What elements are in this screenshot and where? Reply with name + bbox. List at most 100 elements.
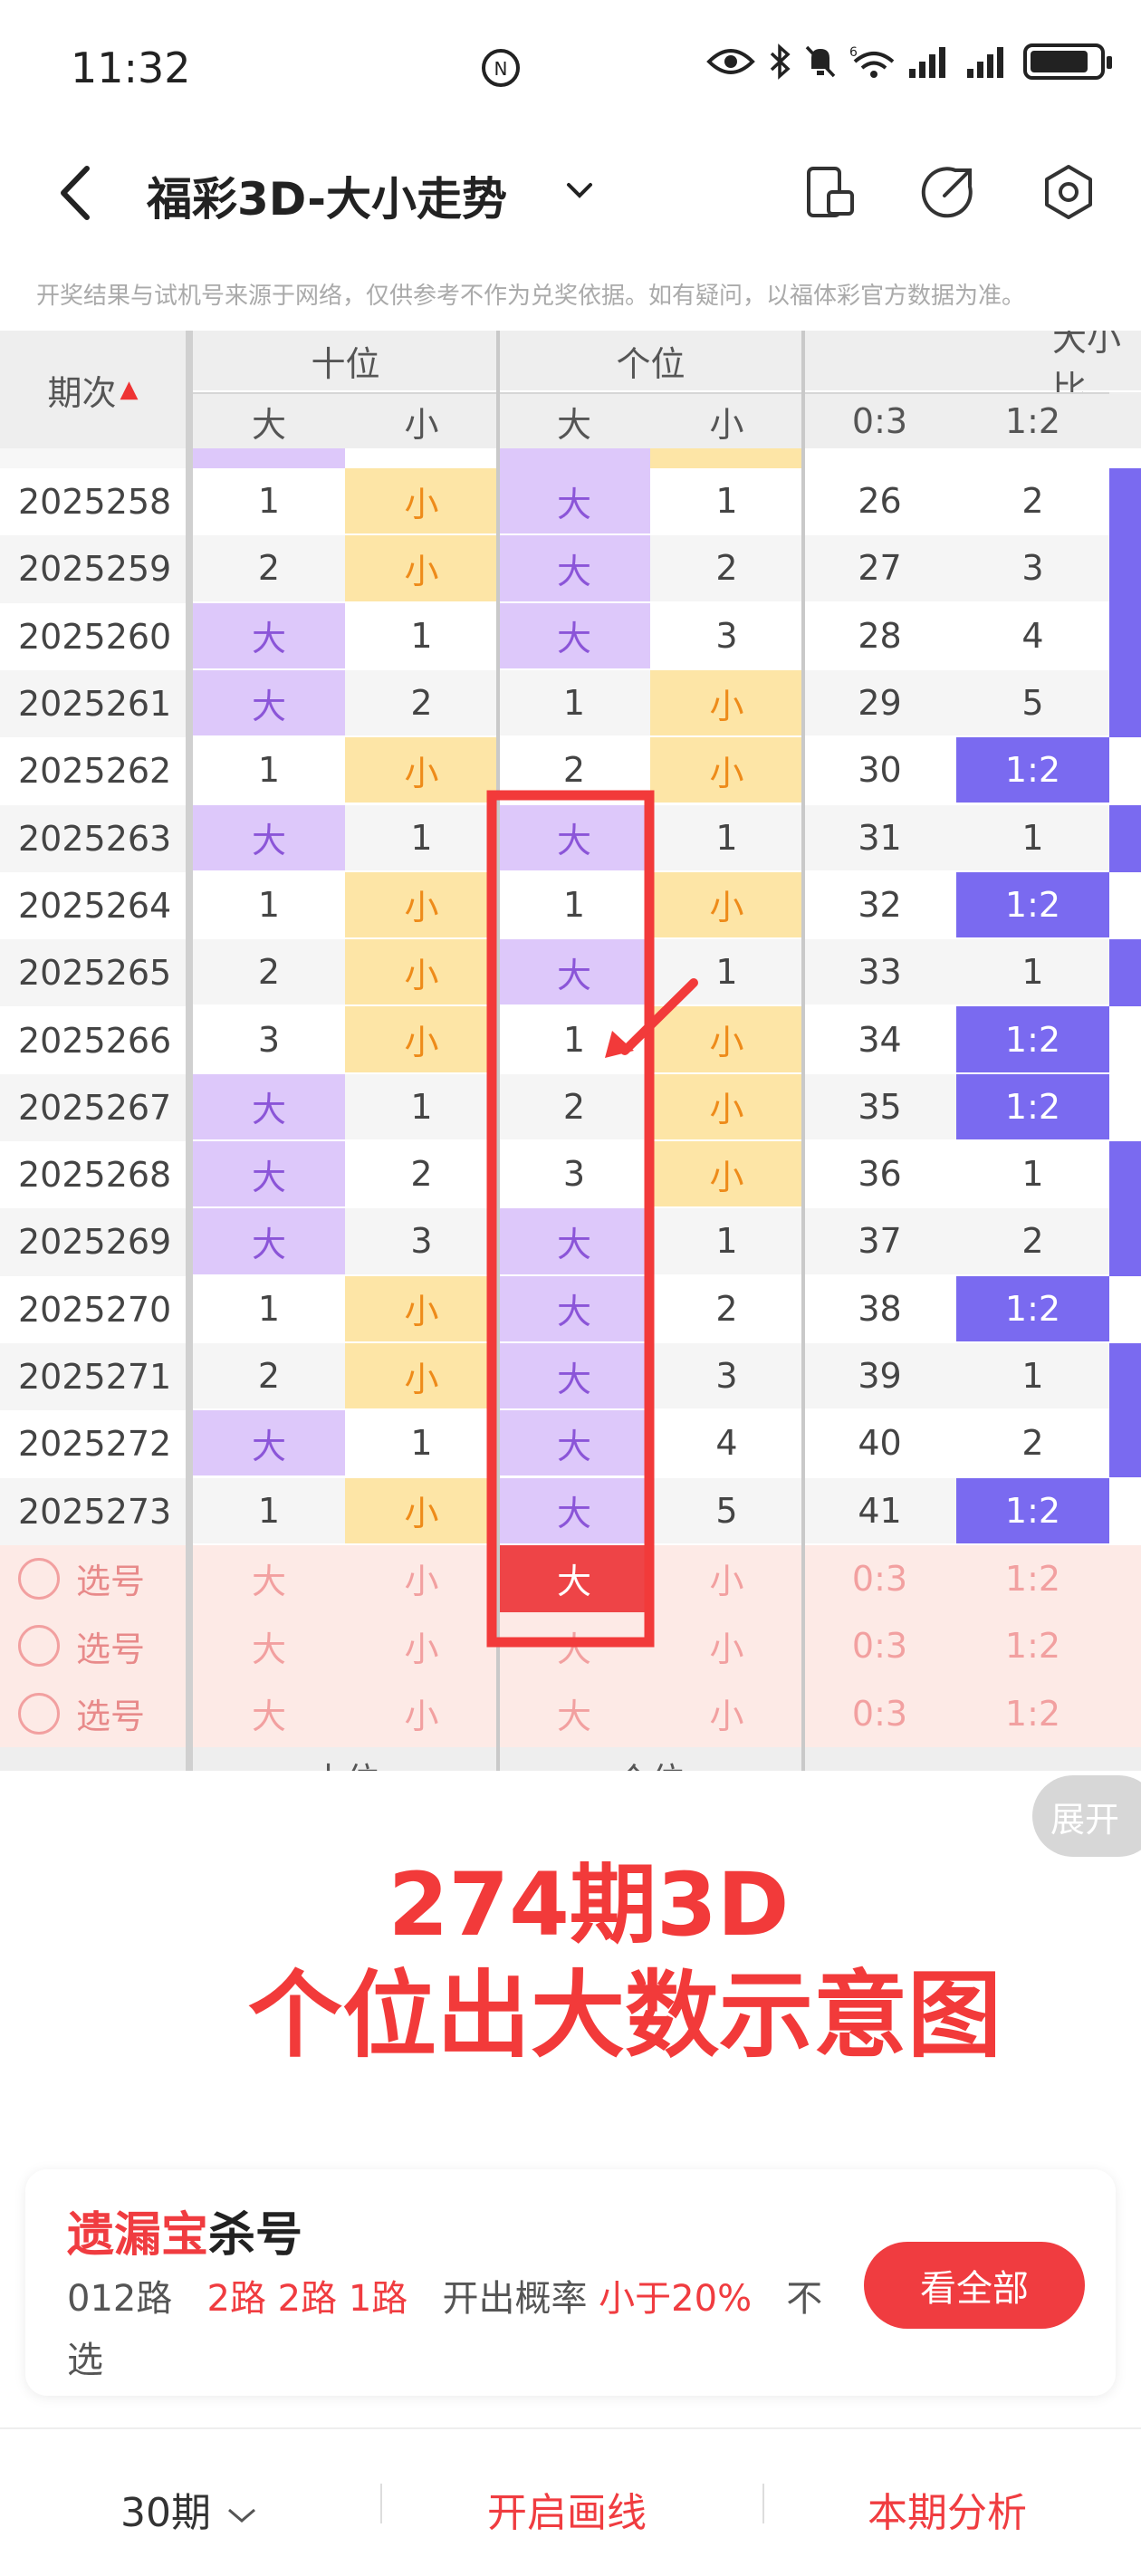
select-cell[interactable]: 0:3 (803, 1679, 956, 1747)
select-cell[interactable]: 1:2 (956, 1679, 1109, 1747)
select-cell[interactable]: 0:3 (803, 1612, 956, 1680)
back-arrow-icon[interactable] (53, 161, 98, 225)
ratio-extra-cell (1109, 1275, 1141, 1343)
share-icon[interactable] (919, 163, 977, 221)
select-cell[interactable]: 大 (498, 1612, 650, 1680)
trend-cell: 1 (498, 669, 650, 738)
trend-cell: 37 (803, 1208, 956, 1276)
subheader-extra (1109, 392, 1141, 448)
trend-cell: 1:2 (956, 1073, 1109, 1141)
bottom-bar: 30期 开启画线 本期分析 (0, 2427, 1141, 2576)
trend-cell: 大 (193, 1208, 345, 1276)
trend-cell: 1 (193, 871, 345, 940)
row-partial (0, 448, 186, 468)
select-row-label[interactable]: 选号 (0, 1544, 186, 1613)
trend-cell: 1 (956, 1342, 1109, 1411)
period-selector[interactable]: 30期 (120, 2480, 260, 2538)
column-divider (186, 331, 193, 1771)
issue-number: 2025263 (0, 804, 186, 872)
group-tens: 十位 (193, 331, 498, 390)
divider (380, 2484, 382, 2523)
chevron-down-icon[interactable] (561, 172, 598, 208)
subheader-0: 大 (193, 392, 345, 448)
subheader-2: 大 (498, 392, 650, 448)
select-cell[interactable]: 1:2 (956, 1544, 1109, 1613)
trend-cell: 40 (803, 1410, 956, 1478)
trend-cell: 大 (193, 669, 345, 738)
trend-cell: 33 (803, 939, 956, 1007)
analysis-button[interactable]: 本期分析 (868, 2480, 1027, 2538)
view-all-button[interactable]: 看全部 (864, 2242, 1085, 2329)
trend-cell: 大 (193, 602, 345, 670)
trend-cell: 1 (956, 1141, 1109, 1209)
trend-cell: 35 (803, 1073, 956, 1141)
subheader-4: 0:3 (803, 392, 956, 448)
issue-number: 2025272 (0, 1410, 186, 1478)
trend-cell: 1:2 (956, 737, 1109, 805)
trend-cell: 小 (650, 1141, 803, 1209)
group-ratio: 大小比 (803, 331, 1141, 409)
expand-button[interactable]: 展开 (1032, 1775, 1141, 1857)
select-cell[interactable]: 小 (345, 1612, 498, 1680)
issue-number: 2025266 (0, 1006, 186, 1074)
issue-header-label: 期次 (47, 372, 117, 413)
radio-icon (18, 1557, 60, 1600)
select-cell[interactable]: 小 (650, 1544, 803, 1613)
app-bar: 福彩3D-大小走势 (0, 136, 1141, 249)
trend-cell: 小 (345, 1275, 498, 1343)
select-cell[interactable]: 大 (193, 1612, 345, 1680)
select-row-label[interactable]: 选号 (0, 1612, 186, 1680)
select-cell[interactable]: 大 (193, 1679, 345, 1747)
trend-cell: 3 (345, 1208, 498, 1276)
footer-group-tens: 十位 (193, 1746, 498, 1771)
trend-cell: 2 (498, 737, 650, 805)
ratio-extra-cell (1109, 1141, 1141, 1209)
trend-cell: 2 (498, 1073, 650, 1141)
eye-icon (706, 49, 755, 74)
ratio-extra-cell (1109, 468, 1141, 536)
trend-cell: 29 (803, 669, 956, 738)
issue-number: 2025265 (0, 939, 186, 1007)
trend-cell: 大 (498, 1342, 650, 1411)
issue-number: 2025271 (0, 1342, 186, 1411)
select-cell[interactable]: 1:2 (956, 1612, 1109, 1680)
select-cell[interactable]: 大 (498, 1544, 650, 1613)
trend-table: 期次 ▲ 十位 个位 大小比大小大小 0:3 1:2 2025258 1 小大 1 26 2 202525… (0, 331, 1141, 1771)
svg-text:N: N (494, 58, 508, 80)
select-cell[interactable]: 小 (345, 1544, 498, 1613)
trend-cell: 5 (650, 1477, 803, 1545)
draw-line-button[interactable]: 开启画线 (487, 2480, 647, 2538)
battery-icon (1023, 43, 1112, 80)
omission-card-suffix: 选 (67, 2340, 103, 2381)
trend-cell: 大 (193, 1141, 345, 1209)
select-cell[interactable]: 大 (193, 1544, 345, 1613)
annotation-line2: 个位出大数示意图 (247, 1960, 1002, 2071)
trend-cell: 大 (498, 602, 650, 670)
radio-icon (18, 1692, 60, 1735)
select-extra (1109, 1679, 1141, 1747)
trend-cell: 1 (650, 1208, 803, 1276)
trend-cell: 1 (193, 737, 345, 805)
trend-cell: 4 (956, 602, 1109, 670)
trend-cell: 1 (345, 1410, 498, 1478)
select-cell[interactable]: 小 (650, 1612, 803, 1680)
trend-cell: 1 (498, 871, 650, 940)
select-cell[interactable]: 小 (345, 1679, 498, 1747)
trend-cell: 小 (650, 1006, 803, 1074)
select-cell[interactable]: 大 (498, 1679, 650, 1747)
select-cell[interactable]: 0:3 (803, 1544, 956, 1613)
trend-cell: 大 (193, 1073, 345, 1141)
trend-cell: 26 (803, 468, 956, 536)
select-cell[interactable]: 小 (650, 1679, 803, 1747)
trend-cell: 1:2 (956, 1006, 1109, 1074)
settings-icon[interactable] (1040, 163, 1098, 221)
trend-cell: 2 (193, 939, 345, 1007)
rotate-screen-icon[interactable] (801, 163, 859, 221)
trend-cell: 2 (956, 1410, 1109, 1478)
trend-cell: 小 (345, 1342, 498, 1411)
issue-number: 2025264 (0, 871, 186, 940)
ratio-extra-cell (1109, 1342, 1141, 1411)
ratio-extra-cell (1109, 1208, 1141, 1276)
page-title[interactable]: 福彩3D-大小走势 (147, 163, 507, 228)
select-row-label[interactable]: 选号 (0, 1679, 186, 1747)
